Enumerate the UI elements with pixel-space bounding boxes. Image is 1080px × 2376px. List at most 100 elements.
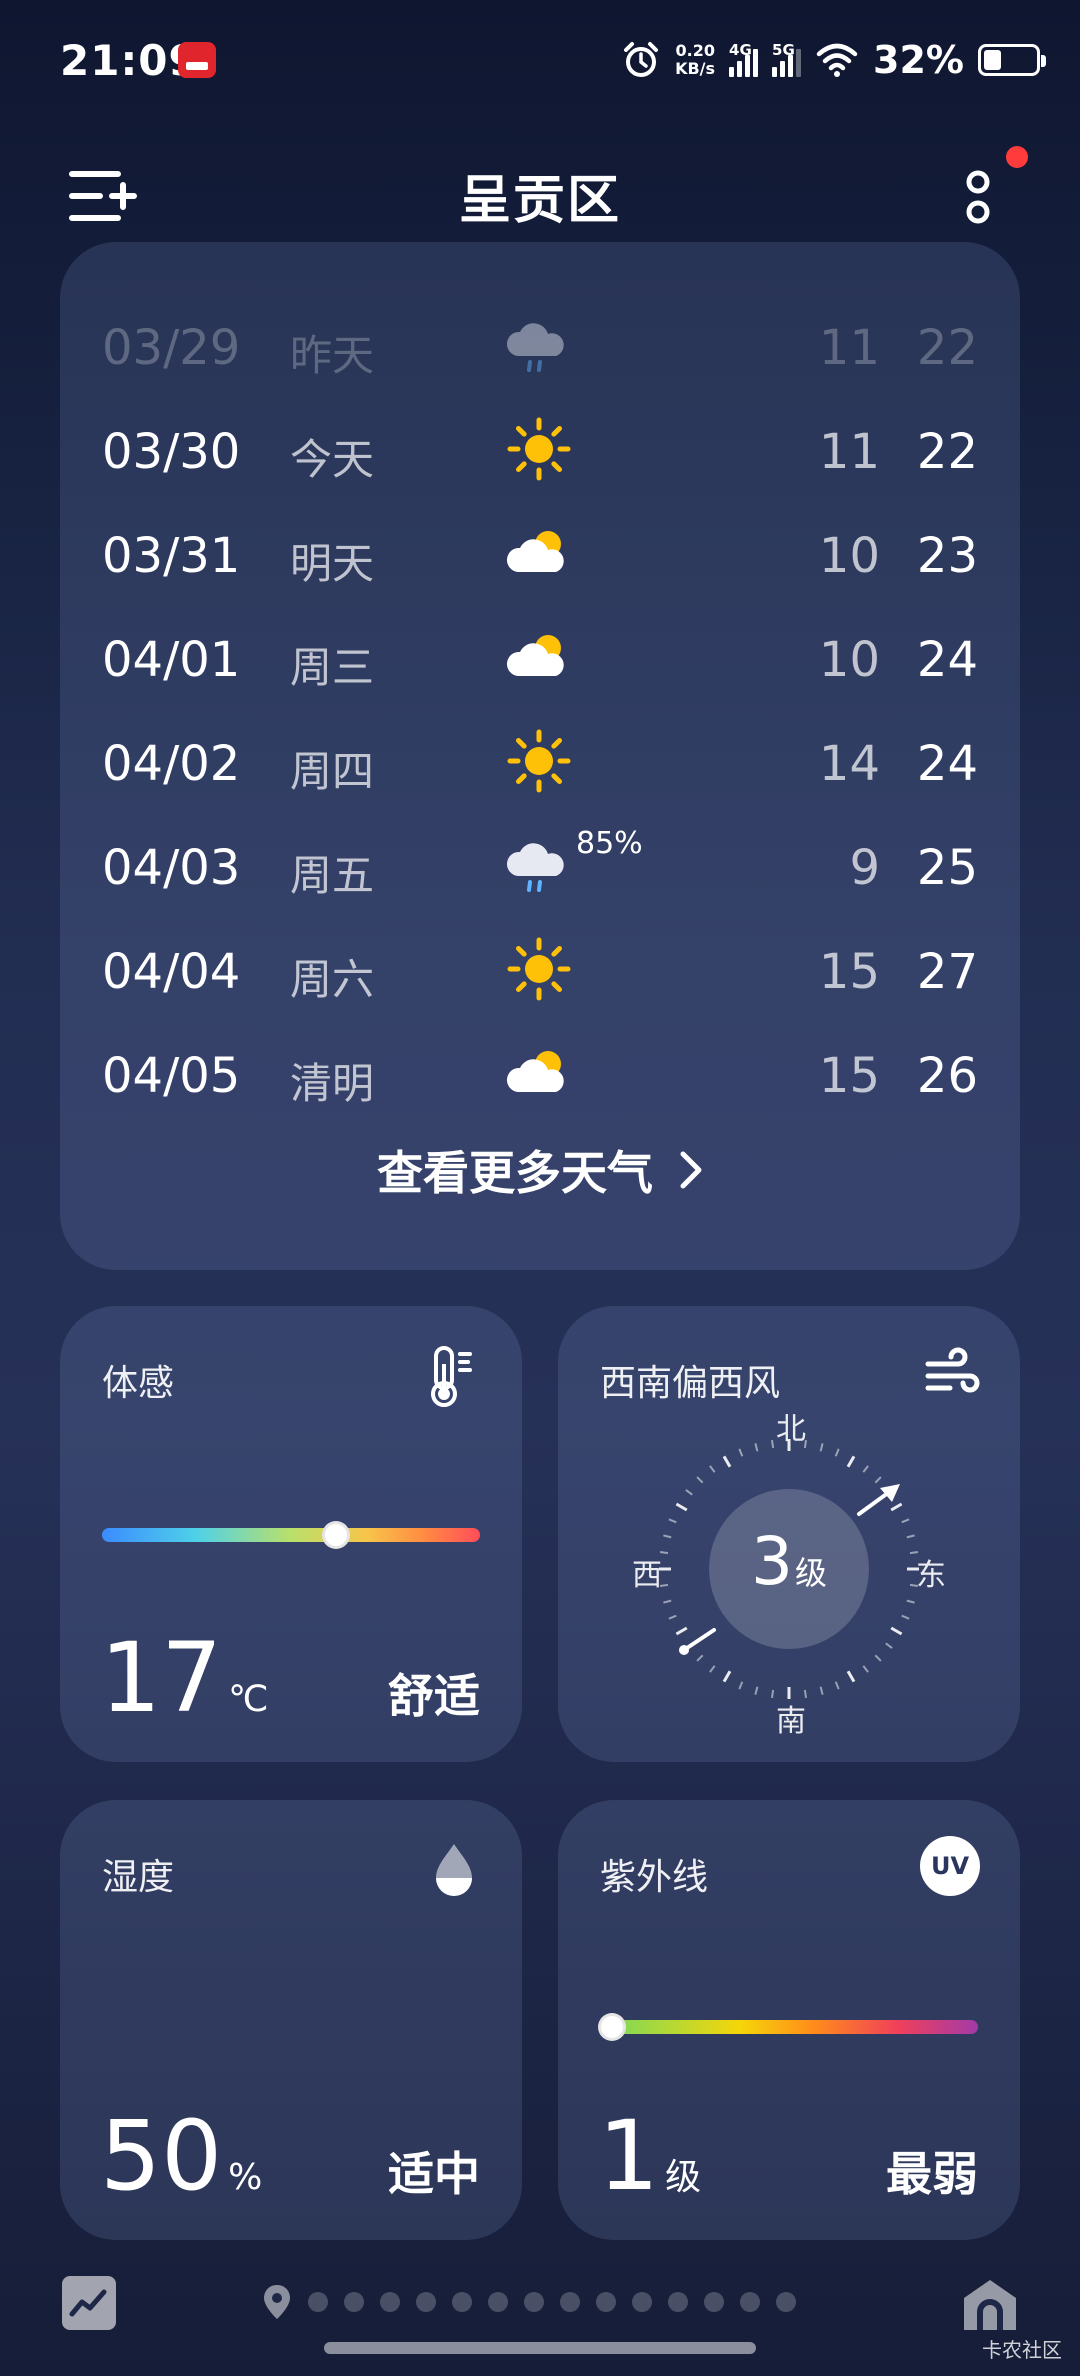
uv-title: 紫外线 <box>600 1857 709 1898</box>
forecast-row[interactable]: 04/02 周四 14 24 <box>60 712 1020 812</box>
uv-icon: UV <box>920 1836 980 1896</box>
sun-icon <box>504 726 574 796</box>
forecast-precip-chance: 85% <box>576 826 643 861</box>
uv-value: 1 <box>598 2100 660 2212</box>
forecast-day: 周三 <box>290 643 375 692</box>
forecast-row[interactable]: 04/05 清明 15 26 <box>60 1024 1020 1124</box>
forecast-row[interactable]: 03/30 今天 11 22 <box>60 400 1020 500</box>
chevron-right-icon <box>680 1151 702 1189</box>
forecast-high: 24 <box>916 736 978 792</box>
forecast-date: 04/02 <box>102 736 241 792</box>
feels-like-value: 17 <box>100 1622 223 1734</box>
forecast-card: 03/29 昨天 11 22 03/30 今天 11 22 03/31 明天 10 23 04/01 周三… <box>60 242 1020 1270</box>
humidity-status: 适中 <box>388 2147 480 2201</box>
gesture-bar[interactable] <box>324 2342 756 2354</box>
signal-4g-label: 4G <box>729 41 752 59</box>
wifi-icon <box>816 43 858 77</box>
compass-south: 南 <box>776 1704 806 1739</box>
app-notification-icon <box>178 42 216 78</box>
more-weather-label: 查看更多天气 <box>377 1146 653 1200</box>
page-dot <box>488 2292 508 2312</box>
forecast-day: 周六 <box>290 955 375 1004</box>
uv-card[interactable]: 紫外线 UV 1 级 最弱 <box>558 1800 1020 2240</box>
humidity-reading: 50 % <box>100 2100 262 2212</box>
alarm-icon <box>624 42 659 77</box>
feels-like-unit: ℃ <box>228 1679 269 1720</box>
trend-chart-icon[interactable] <box>62 2276 116 2330</box>
compass-north: 北 <box>776 1412 806 1447</box>
humidity-value: 50 <box>100 2100 223 2212</box>
forecast-high: 22 <box>916 320 978 376</box>
city-page-indicator[interactable] <box>262 2282 796 2322</box>
forecast-row[interactable]: 04/04 周六 15 27 <box>60 920 1020 1020</box>
forecast-low: 10 <box>818 528 880 584</box>
forecast-date: 04/04 <box>102 944 241 1000</box>
more-options-icon[interactable] <box>960 168 996 228</box>
page-dot <box>704 2292 724 2312</box>
home-icon[interactable] <box>960 2276 1020 2332</box>
page-dot <box>308 2292 328 2312</box>
forecast-low: 11 <box>818 424 880 480</box>
feels-like-marker <box>322 1521 351 1549</box>
forecast-row[interactable]: 03/29 昨天 11 22 <box>60 296 1020 396</box>
forecast-low: 14 <box>818 736 880 792</box>
status-icons: 0.20 KB/s 4G 5G 32% <box>621 30 1046 90</box>
thermometer-icon <box>431 1346 472 1407</box>
forecast-high: 27 <box>916 944 978 1000</box>
page-dot <box>668 2292 688 2312</box>
forecast-low: 10 <box>818 632 880 688</box>
page-dot <box>560 2292 580 2312</box>
uv-marker <box>598 2013 626 2041</box>
page-dots <box>308 2292 796 2312</box>
wind-compass: 3 级 北 南 东 西 <box>632 1412 946 1739</box>
forecast-row[interactable]: 04/03 周五 85% 9 25 <box>60 816 1020 916</box>
humidity-title: 湿度 <box>102 1857 175 1898</box>
humidity-card[interactable]: 湿度 50 % 适中 <box>60 1800 522 2240</box>
page-dot <box>776 2292 796 2312</box>
partly-cloudy-icon <box>504 518 574 588</box>
forecast-low: 15 <box>818 944 880 1000</box>
compass-east: 东 <box>916 1558 946 1593</box>
page-dot <box>740 2292 760 2312</box>
forecast-row[interactable]: 03/31 明天 10 23 <box>60 504 1020 604</box>
wind-level-value: 3 <box>750 1523 793 1600</box>
forecast-date: 03/31 <box>102 528 241 584</box>
signal-4g-icon: 4G <box>729 41 759 77</box>
feels-like-card[interactable]: 体感 17 ℃ 舒适 <box>60 1306 522 1762</box>
feels-like-temperature: 17 ℃ <box>100 1622 269 1734</box>
network-speed-unit: KB/s <box>675 59 716 78</box>
notification-badge <box>1006 146 1028 168</box>
uv-scale <box>598 2013 978 2041</box>
page-dot <box>380 2292 400 2312</box>
page-dot <box>596 2292 616 2312</box>
feels-like-status: 舒适 <box>388 1669 480 1723</box>
forecast-high: 23 <box>916 528 978 584</box>
uv-unit: 级 <box>665 2157 702 2198</box>
partly-cloudy-icon <box>504 1038 574 1108</box>
compass-west: 西 <box>632 1558 662 1593</box>
page-dot <box>452 2292 472 2312</box>
uv-reading: 1 级 <box>598 2100 701 2212</box>
more-weather-button[interactable]: 查看更多天气 <box>60 1130 1020 1210</box>
forecast-day: 明天 <box>290 539 375 588</box>
feels-like-title: 体感 <box>102 1363 175 1404</box>
wind-level-center: 3 级 <box>709 1489 869 1649</box>
feels-like-scale <box>102 1521 480 1549</box>
wind-card[interactable]: 西南偏西风 3 级 北 南 东 西 <box>558 1306 1020 1762</box>
sun-icon <box>504 934 574 1004</box>
forecast-date: 04/03 <box>102 840 241 896</box>
uv-status: 最弱 <box>886 2147 978 2201</box>
water-drop-icon <box>436 1844 472 1896</box>
forecast-low: 15 <box>818 1048 880 1104</box>
signal-5g-label: 5G <box>772 41 795 59</box>
forecast-day: 周五 <box>290 851 375 900</box>
forecast-high: 22 <box>916 424 978 480</box>
forecast-row[interactable]: 04/01 周三 10 24 <box>60 608 1020 708</box>
forecast-day: 昨天 <box>290 331 375 380</box>
forecast-date: 04/05 <box>102 1048 241 1104</box>
forecast-date: 03/29 <box>102 320 241 376</box>
sun-icon <box>504 414 574 484</box>
forecast-high: 26 <box>916 1048 978 1104</box>
city-title: 呈贡区 <box>458 171 621 231</box>
forecast-low: 11 <box>818 320 880 376</box>
